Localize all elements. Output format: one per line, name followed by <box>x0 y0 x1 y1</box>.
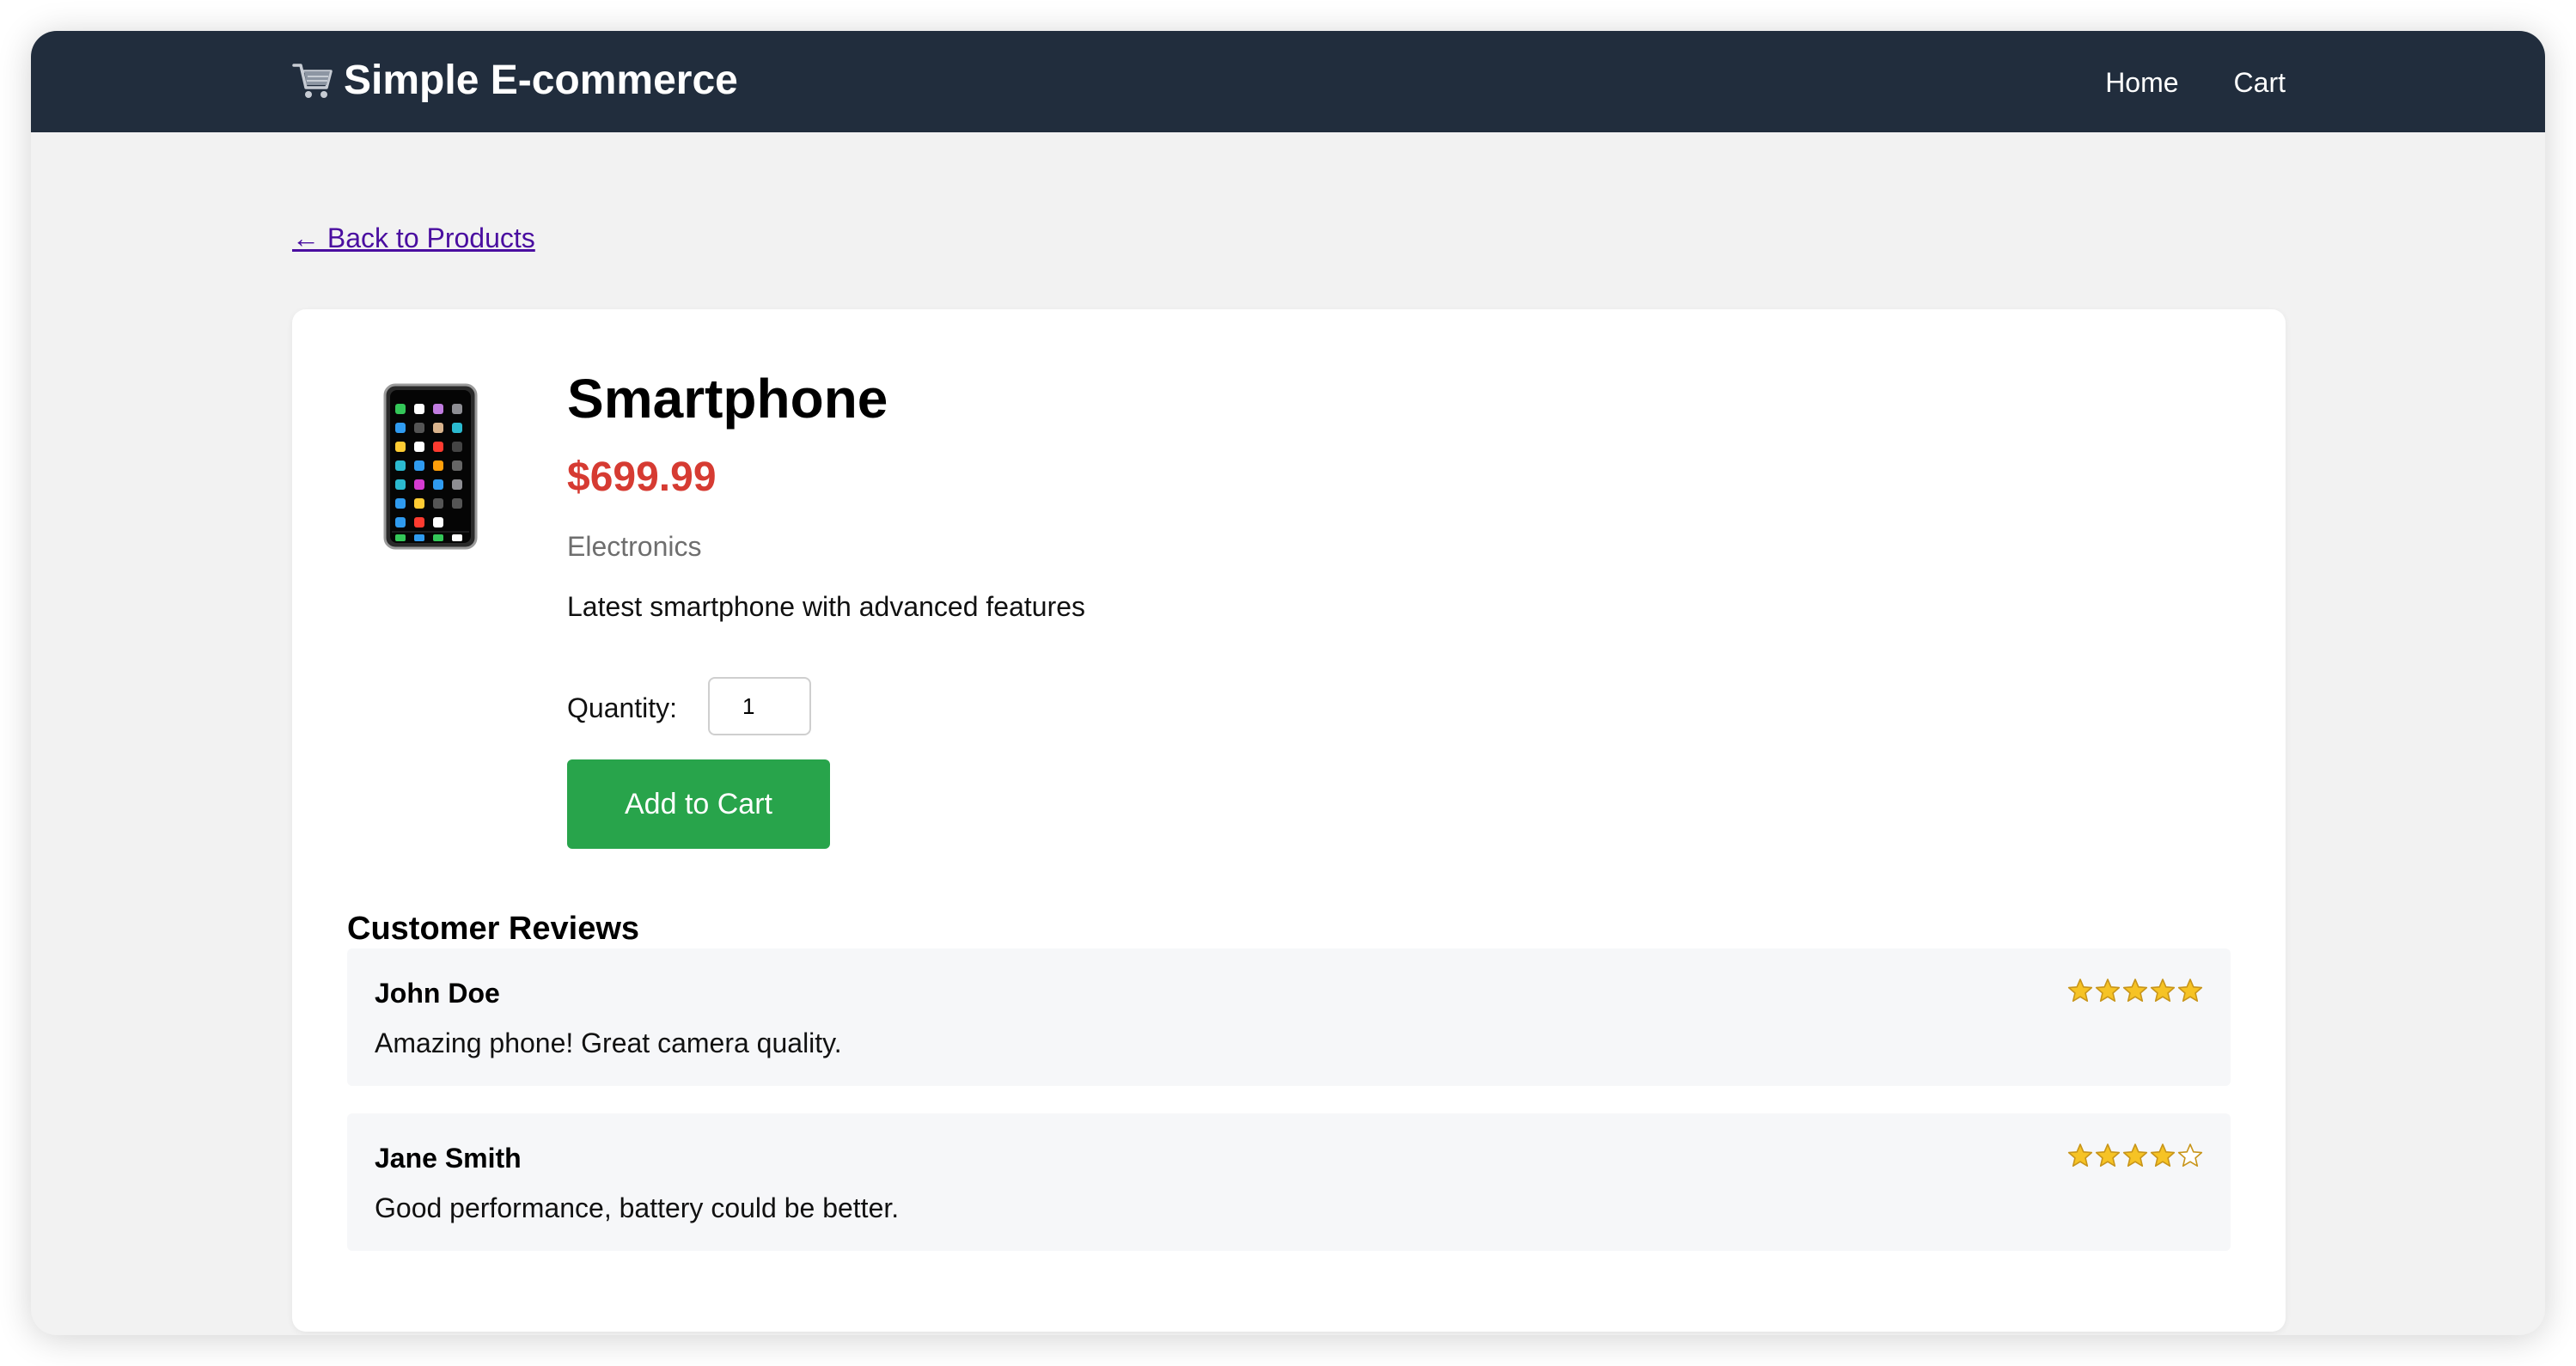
add-to-cart-button[interactable]: Add to Cart <box>567 759 830 849</box>
nav-cart-link[interactable]: Cart <box>2234 62 2286 103</box>
back-to-products-link[interactable]: ← Back to Products <box>292 218 535 258</box>
quantity-input[interactable] <box>708 677 811 735</box>
smartphone-icon <box>383 383 478 550</box>
reviews-title: Customer Reviews <box>347 911 640 947</box>
star-filled-icon <box>2177 979 2203 1002</box>
nav-home-link[interactable]: Home <box>2105 62 2178 103</box>
reviewer-name: John Doe <box>375 978 500 1009</box>
star-filled-icon <box>2095 979 2121 1002</box>
product-category: Electronics <box>567 531 702 562</box>
brand-title: Simple E-commerce <box>344 58 738 103</box>
brand[interactable]: Simple E-commerce <box>290 55 738 107</box>
navbar: Simple E-commerce Home Cart <box>31 31 2545 132</box>
star-filled-icon <box>2095 1143 2121 1167</box>
product-description: Latest smartphone with advanced features <box>567 591 1086 622</box>
star-rating <box>2067 1143 2203 1168</box>
review-text: Amazing phone! Great camera quality. <box>375 1028 842 1058</box>
star-filled-icon <box>2067 979 2093 1002</box>
product-card: Smartphone $699.99 Electronics Latest sm… <box>292 309 2286 1332</box>
star-filled-icon <box>2067 1143 2093 1167</box>
browser-window: Simple E-commerce Home Cart ← Back to Pr… <box>31 31 2545 1335</box>
star-filled-icon <box>2150 979 2176 1002</box>
review-text: Good performance, battery could be bette… <box>375 1192 900 1223</box>
star-empty-icon <box>2177 1143 2203 1167</box>
review-item: Jane Smith Good performance, battery cou… <box>347 1113 2231 1251</box>
quantity-label: Quantity: <box>567 692 678 723</box>
review-item: John Doe Amazing phone! Great camera qua… <box>347 948 2231 1086</box>
product-title: Smartphone <box>567 368 888 430</box>
nav-links: Home Cart <box>2105 62 2286 103</box>
star-filled-icon <box>2122 1143 2148 1167</box>
shopping-cart-icon <box>292 64 333 98</box>
star-rating <box>2067 978 2203 1003</box>
star-filled-icon <box>2150 1143 2176 1167</box>
product-price: $699.99 <box>567 454 717 500</box>
reviewer-name: Jane Smith <box>375 1143 522 1174</box>
star-filled-icon <box>2122 979 2148 1002</box>
